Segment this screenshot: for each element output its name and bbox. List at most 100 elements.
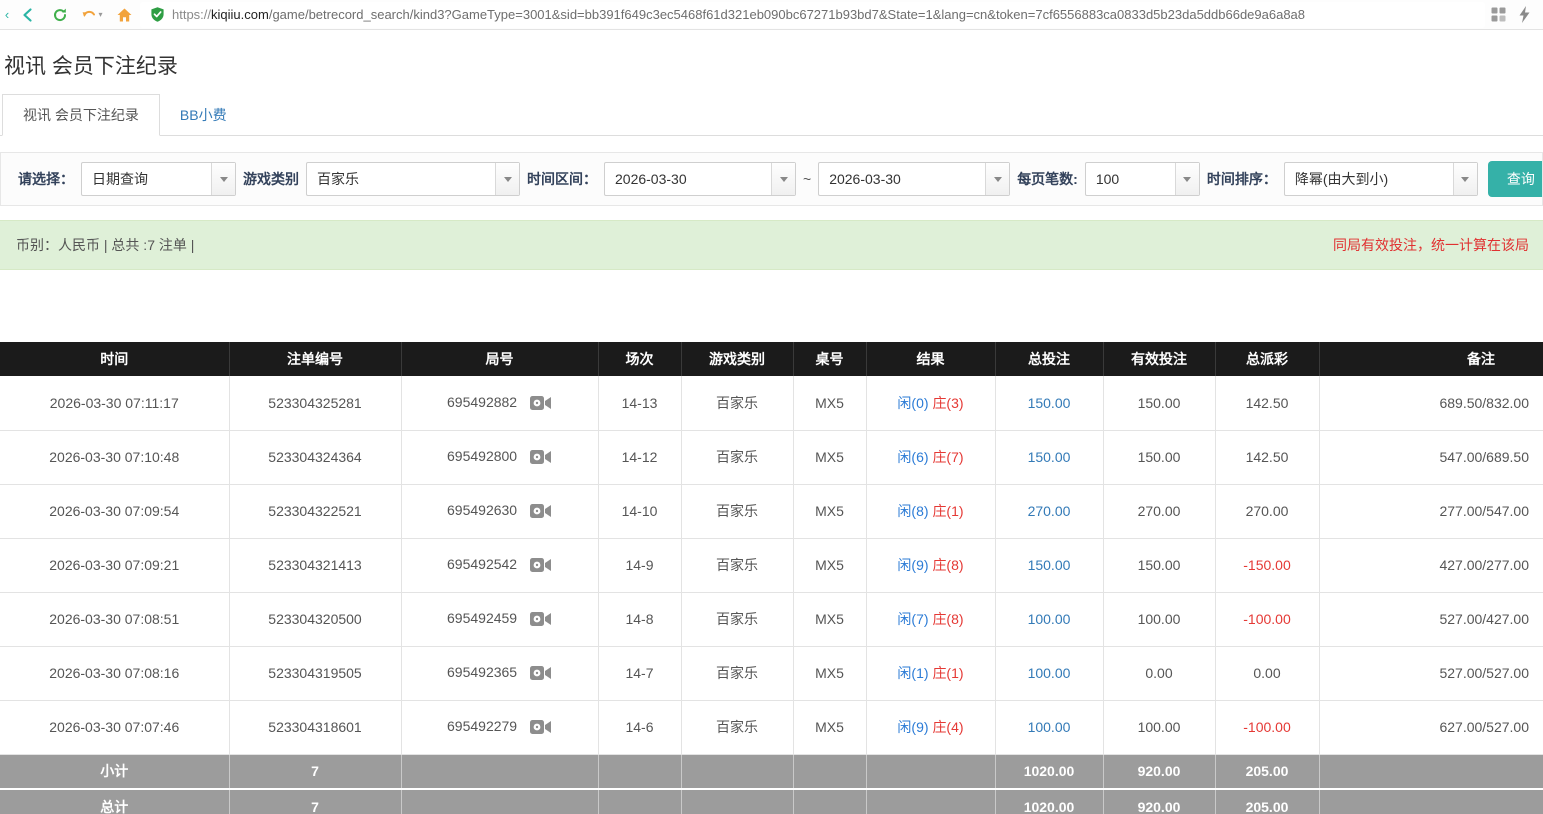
banker-result: 庄(7)	[932, 449, 963, 465]
footer-cell	[681, 754, 793, 789]
date-from-picker[interactable]: 2026-03-30	[604, 162, 796, 196]
video-replay-icon[interactable]	[530, 556, 552, 574]
payout-cell: 0.00	[1215, 646, 1319, 700]
table-no-cell: MX5	[793, 484, 866, 538]
payout-cell: -100.00	[1215, 592, 1319, 646]
video-replay-icon[interactable]	[530, 718, 552, 736]
table-row: 2026-03-30 07:09:54523304322521695492630…	[0, 484, 1543, 538]
query-type-value: 日期查询	[82, 163, 211, 195]
query-type-select[interactable]: 日期查询	[81, 162, 236, 196]
game-type-cell: 百家乐	[681, 592, 793, 646]
game-type-cell: 百家乐	[681, 376, 793, 430]
page-size-select[interactable]: 100	[1085, 162, 1200, 196]
note-cell: 689.50/832.00	[1319, 376, 1543, 430]
valid-bet-notice: 同局有效投注，统一计算在该局	[1333, 235, 1529, 255]
round-cell: 695492882	[401, 376, 598, 430]
chevron-down-icon[interactable]	[1453, 163, 1477, 195]
time-cell: 2026-03-30 07:09:21	[0, 538, 229, 592]
back-arrow-icon	[20, 7, 36, 23]
total-bet-cell[interactable]: 100.00	[995, 700, 1103, 754]
bet-id-cell: 523304324364	[229, 430, 401, 484]
player-result: 闲(6)	[897, 449, 928, 465]
payout-cell: 270.00	[1215, 484, 1319, 538]
chevron-down-icon[interactable]	[771, 163, 795, 195]
round-cell: 695492800	[401, 430, 598, 484]
url-bar[interactable]: https://kiqiiu.com/game/betrecord_search…	[140, 2, 1485, 28]
result-cell: 闲(6) 庄(7)	[866, 430, 995, 484]
filter-bar: 请选择： 日期查询 游戏类别 百家乐 时间区间： 2026-03-30 ~ 20…	[0, 152, 1543, 206]
footer-cell	[1319, 754, 1543, 789]
video-replay-icon[interactable]	[530, 664, 552, 682]
tab-bb-tip[interactable]: BB小费	[160, 95, 247, 135]
footer-cell	[598, 754, 681, 789]
time-cell: 2026-03-30 07:11:17	[0, 376, 229, 430]
lightning-icon[interactable]	[1511, 2, 1537, 28]
footer-cell	[681, 789, 793, 814]
game-type-select[interactable]: 百家乐	[306, 162, 520, 196]
result-cell: 闲(9) 庄(8)	[866, 538, 995, 592]
valid-bet-cell: 100.00	[1103, 592, 1215, 646]
refresh-button[interactable]	[44, 2, 76, 28]
chevron-down-icon[interactable]	[495, 163, 519, 195]
time-cell: 2026-03-30 07:09:54	[0, 484, 229, 538]
column-header: 游戏类别	[681, 342, 793, 376]
game-type-cell: 百家乐	[681, 484, 793, 538]
extensions-icon[interactable]	[1485, 2, 1511, 28]
valid-bet-cell: 150.00	[1103, 538, 1215, 592]
search-button[interactable]: 查询	[1488, 161, 1543, 197]
video-replay-icon[interactable]	[530, 502, 552, 520]
result-cell: 闲(7) 庄(8)	[866, 592, 995, 646]
time-range-label: 时间区间：	[527, 169, 597, 189]
undo-button[interactable]: ▾	[76, 2, 108, 28]
payout-cell: -100.00	[1215, 700, 1319, 754]
total-bet-cell[interactable]: 150.00	[995, 376, 1103, 430]
footer-cell	[1319, 789, 1543, 814]
table-no-cell: MX5	[793, 592, 866, 646]
chevron-down-icon[interactable]	[1175, 163, 1199, 195]
page-size-value: 100	[1086, 163, 1175, 195]
window-edge-icon: ‹	[2, 7, 12, 22]
total-bet-cell[interactable]: 270.00	[995, 484, 1103, 538]
page-title: 视讯 会员下注纪录	[4, 50, 1543, 80]
column-header: 场次	[598, 342, 681, 376]
video-replay-icon[interactable]	[530, 610, 552, 628]
footer-cell: 920.00	[1103, 789, 1215, 814]
url-text: https://kiqiiu.com/game/betrecord_search…	[172, 7, 1305, 22]
total-bet-cell[interactable]: 100.00	[995, 592, 1103, 646]
footer-cell: 总计	[0, 789, 229, 814]
round-cell: 695492542	[401, 538, 598, 592]
sort-select[interactable]: 降幂(由大到小)	[1284, 162, 1478, 196]
column-header: 总派彩	[1215, 342, 1319, 376]
total-bet-cell[interactable]: 150.00	[995, 430, 1103, 484]
session-cell: 14-7	[598, 646, 681, 700]
table-row: 2026-03-30 07:08:51523304320500695492459…	[0, 592, 1543, 646]
tab-bar: 视讯 会员下注纪录 BB小费	[0, 94, 1543, 136]
chevron-down-icon[interactable]	[211, 163, 235, 195]
time-cell: 2026-03-30 07:08:16	[0, 646, 229, 700]
game-type-label: 游戏类别	[243, 169, 299, 189]
round-cell: 695492279	[401, 700, 598, 754]
session-cell: 14-13	[598, 376, 681, 430]
valid-bet-cell: 100.00	[1103, 700, 1215, 754]
back-button[interactable]	[12, 2, 44, 28]
video-replay-icon[interactable]	[530, 448, 552, 466]
video-replay-icon[interactable]	[530, 394, 552, 412]
footer-cell	[866, 789, 995, 814]
valid-bet-cell: 270.00	[1103, 484, 1215, 538]
tab-betrecord[interactable]: 视讯 会员下注纪录	[2, 94, 160, 136]
banker-result: 庄(1)	[932, 665, 963, 681]
payout-cell: -150.00	[1215, 538, 1319, 592]
game-type-cell: 百家乐	[681, 646, 793, 700]
valid-bet-cell: 150.00	[1103, 430, 1215, 484]
subtotal-row: 小计71020.00920.00205.00	[0, 754, 1543, 789]
result-cell: 闲(0) 庄(3)	[866, 376, 995, 430]
home-icon	[116, 7, 133, 23]
table-no-cell: MX5	[793, 646, 866, 700]
round-cell: 695492459	[401, 592, 598, 646]
total-bet-cell[interactable]: 150.00	[995, 538, 1103, 592]
date-to-picker[interactable]: 2026-03-30	[818, 162, 1010, 196]
total-bet-cell[interactable]: 100.00	[995, 646, 1103, 700]
player-result: 闲(9)	[897, 719, 928, 735]
home-button[interactable]	[108, 2, 140, 28]
chevron-down-icon[interactable]	[985, 163, 1009, 195]
